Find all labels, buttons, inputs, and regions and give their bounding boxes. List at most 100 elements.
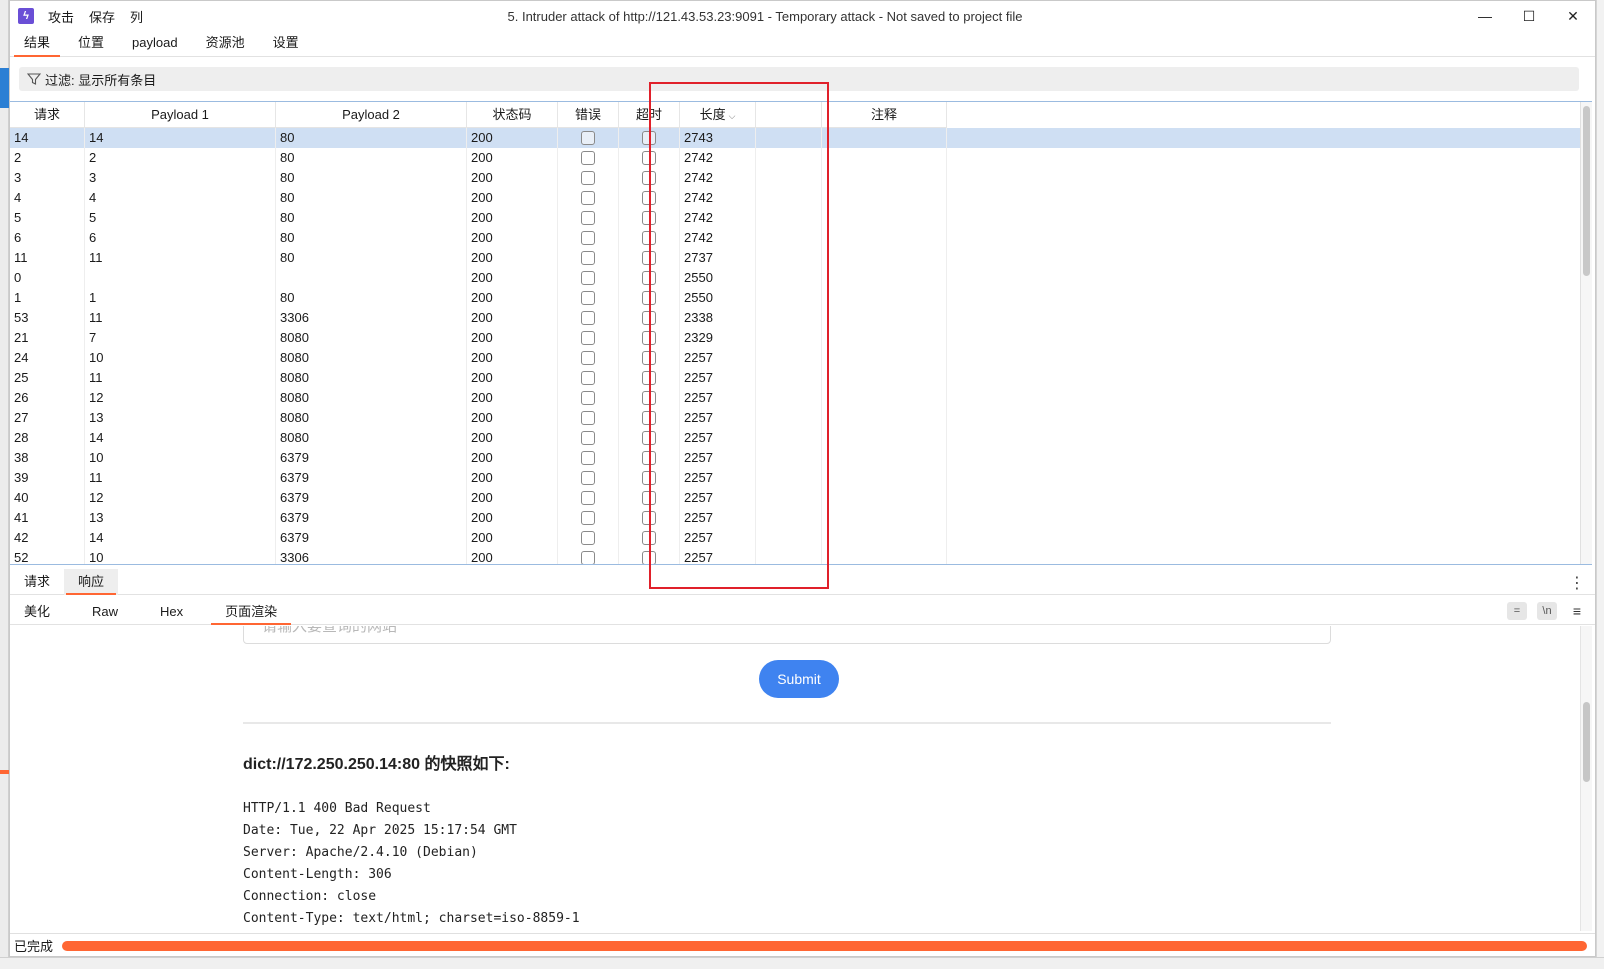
checkbox[interactable] — [581, 431, 595, 445]
checkbox[interactable] — [642, 151, 656, 165]
tab-render[interactable]: 页面渲染 — [211, 599, 292, 625]
checkbox[interactable] — [581, 231, 595, 245]
checkbox[interactable] — [581, 551, 595, 564]
scrollbar-thumb[interactable] — [1583, 106, 1590, 276]
tab-resource-pool[interactable]: 资源池 — [192, 31, 259, 57]
table-row[interactable]: 6 6 80 200 2742 — [10, 228, 1592, 248]
cell-error-checkbox[interactable] — [558, 268, 619, 288]
checkbox[interactable] — [581, 271, 595, 285]
checkbox[interactable] — [642, 171, 656, 185]
checkbox[interactable] — [581, 471, 595, 485]
checkbox[interactable] — [581, 151, 595, 165]
checkbox[interactable] — [642, 371, 656, 385]
cell-timeout-checkbox[interactable] — [619, 368, 680, 388]
menu-columns[interactable]: 列 — [130, 7, 143, 26]
cell-error-checkbox[interactable] — [558, 468, 619, 488]
minimize-icon[interactable]: — — [1463, 1, 1507, 31]
cell-error-checkbox[interactable] — [558, 168, 619, 188]
cell-timeout-checkbox[interactable] — [619, 148, 680, 168]
checkbox[interactable] — [642, 411, 656, 425]
column-header-blank[interactable] — [756, 102, 822, 128]
checkbox[interactable] — [642, 331, 656, 345]
checkbox[interactable] — [581, 451, 595, 465]
checkbox[interactable] — [642, 231, 656, 245]
checkbox[interactable] — [642, 191, 656, 205]
filter-bar[interactable]: 过滤: 显示所有条目 — [19, 67, 1579, 91]
checkbox[interactable] — [642, 351, 656, 365]
checkbox[interactable] — [642, 271, 656, 285]
menu-save[interactable]: 保存 — [89, 7, 115, 26]
table-row[interactable]: 14 14 80 200 2743 — [10, 128, 1592, 148]
table-row[interactable]: 28 14 8080 200 2257 — [10, 428, 1592, 448]
cell-error-checkbox[interactable] — [558, 288, 619, 308]
column-header-error[interactable]: 错误 — [558, 102, 619, 128]
checkbox[interactable] — [581, 491, 595, 505]
table-row[interactable]: 2 2 80 200 2742 — [10, 148, 1592, 168]
checkbox[interactable] — [642, 131, 656, 145]
checkbox[interactable] — [642, 531, 656, 545]
checkbox[interactable] — [581, 211, 595, 225]
scrollbar-thumb[interactable] — [1583, 702, 1590, 782]
cell-timeout-checkbox[interactable] — [619, 208, 680, 228]
cell-timeout-checkbox[interactable] — [619, 388, 680, 408]
cell-timeout-checkbox[interactable] — [619, 488, 680, 508]
checkbox[interactable] — [642, 551, 656, 564]
cell-timeout-checkbox[interactable] — [619, 448, 680, 468]
table-row[interactable]: 39 11 6379 200 2257 — [10, 468, 1592, 488]
more-options-icon[interactable]: ⋮ — [1569, 573, 1585, 593]
checkbox[interactable] — [642, 451, 656, 465]
cell-timeout-checkbox[interactable] — [619, 268, 680, 288]
tab-pretty[interactable]: 美化 — [10, 599, 64, 625]
checkbox[interactable] — [581, 371, 595, 385]
column-header-comment[interactable]: 注释 — [822, 102, 947, 128]
show-newlines-icon[interactable]: \n — [1537, 602, 1557, 620]
checkbox[interactable] — [642, 431, 656, 445]
wrap-lines-icon[interactable]: = — [1507, 602, 1527, 620]
cell-error-checkbox[interactable] — [558, 228, 619, 248]
cell-error-checkbox[interactable] — [558, 508, 619, 528]
cell-error-checkbox[interactable] — [558, 548, 619, 564]
checkbox[interactable] — [642, 511, 656, 525]
table-row[interactable]: 4 4 80 200 2742 — [10, 188, 1592, 208]
checkbox[interactable] — [581, 351, 595, 365]
column-header-status[interactable]: 状态码 — [467, 102, 558, 128]
checkbox[interactable] — [581, 191, 595, 205]
table-row[interactable]: 40 12 6379 200 2257 — [10, 488, 1592, 508]
table-row[interactable]: 24 10 8080 200 2257 — [10, 348, 1592, 368]
column-header-timeout[interactable]: 超时 — [619, 102, 680, 128]
cell-timeout-checkbox[interactable] — [619, 328, 680, 348]
cell-timeout-checkbox[interactable] — [619, 348, 680, 368]
cell-timeout-checkbox[interactable] — [619, 308, 680, 328]
checkbox[interactable] — [581, 171, 595, 185]
cell-error-checkbox[interactable] — [558, 388, 619, 408]
submit-button[interactable]: Submit — [759, 660, 839, 698]
cell-error-checkbox[interactable] — [558, 348, 619, 368]
cell-timeout-checkbox[interactable] — [619, 188, 680, 208]
cell-timeout-checkbox[interactable] — [619, 528, 680, 548]
cell-timeout-checkbox[interactable] — [619, 128, 680, 148]
table-row[interactable]: 0 200 2550 — [10, 268, 1592, 288]
tab-response[interactable]: 响应 — [64, 569, 119, 595]
checkbox[interactable] — [581, 411, 595, 425]
tab-payloads[interactable]: payload — [118, 31, 192, 57]
table-row[interactable]: 1 1 80 200 2550 — [10, 288, 1592, 308]
cell-timeout-checkbox[interactable] — [619, 408, 680, 428]
cell-error-checkbox[interactable] — [558, 488, 619, 508]
table-row[interactable]: 11 11 80 200 2737 — [10, 248, 1592, 268]
checkbox[interactable] — [642, 211, 656, 225]
checkbox[interactable] — [581, 331, 595, 345]
table-row[interactable]: 42 14 6379 200 2257 — [10, 528, 1592, 548]
cell-timeout-checkbox[interactable] — [619, 248, 680, 268]
cell-error-checkbox[interactable] — [558, 408, 619, 428]
cell-error-checkbox[interactable] — [558, 448, 619, 468]
checkbox[interactable] — [642, 311, 656, 325]
cell-timeout-checkbox[interactable] — [619, 168, 680, 188]
table-row[interactable]: 21 7 8080 200 2329 — [10, 328, 1592, 348]
table-row[interactable]: 26 12 8080 200 2257 — [10, 388, 1592, 408]
maximize-icon[interactable]: ☐ — [1507, 1, 1551, 31]
cell-error-checkbox[interactable] — [558, 308, 619, 328]
cell-error-checkbox[interactable] — [558, 208, 619, 228]
table-row[interactable]: 5 5 80 200 2742 — [10, 208, 1592, 228]
table-row[interactable]: 38 10 6379 200 2257 — [10, 448, 1592, 468]
checkbox[interactable] — [581, 251, 595, 265]
